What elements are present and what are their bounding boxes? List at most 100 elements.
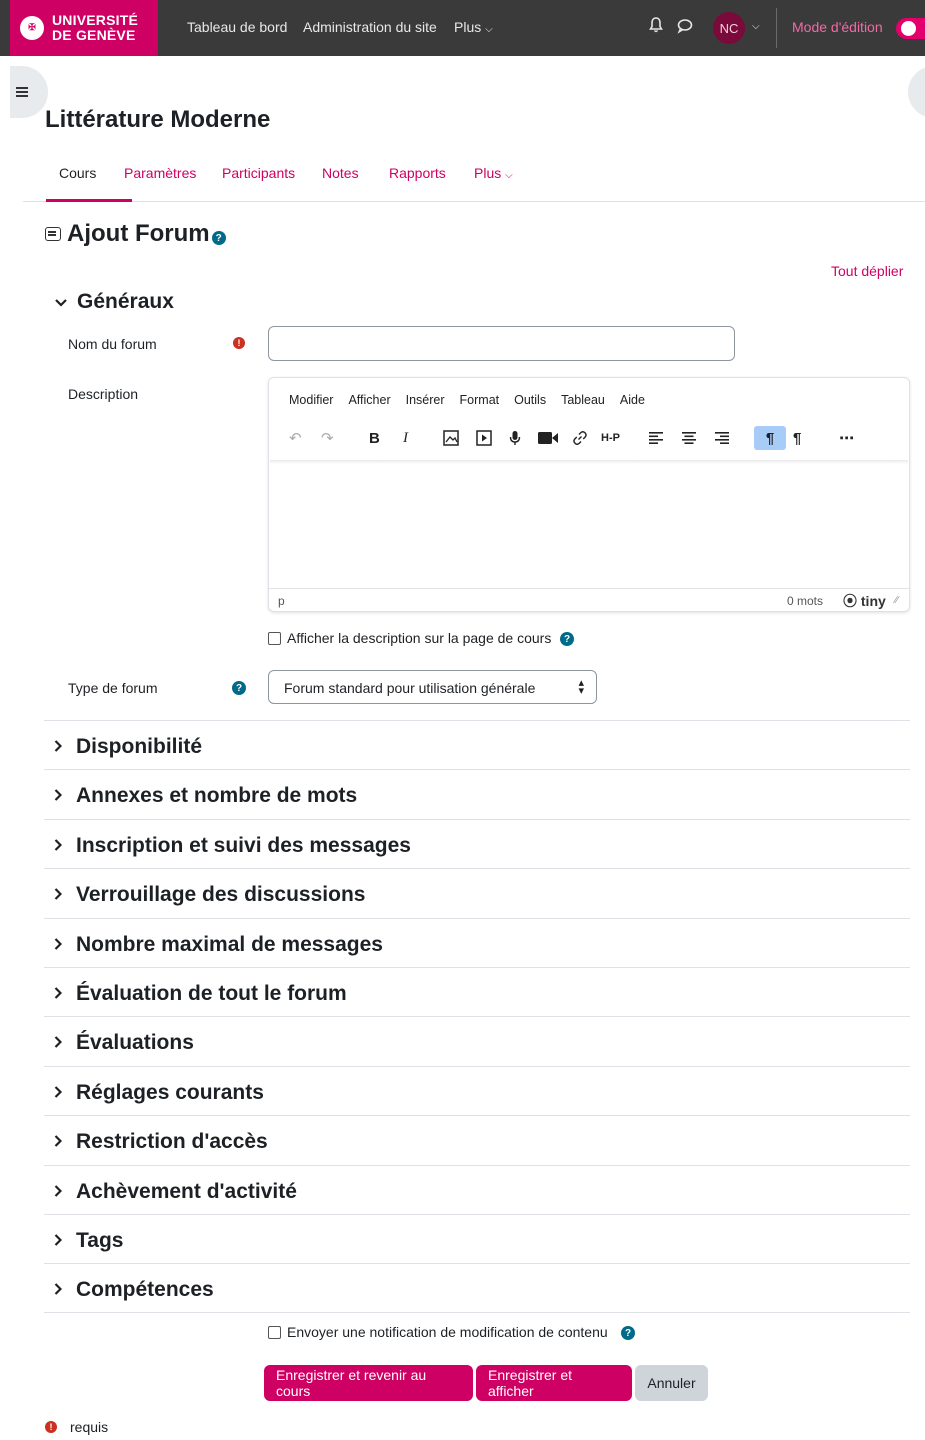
tab-grades[interactable]: Notes bbox=[322, 165, 359, 181]
tab-more[interactable]: Plus ⌵ bbox=[474, 165, 513, 181]
user-avatar[interactable]: NC bbox=[713, 12, 745, 44]
logo-line-1: UNIVERSITÉ bbox=[52, 12, 139, 28]
collapsed-section[interactable]: Compétences bbox=[44, 1263, 910, 1312]
required-icon: ! bbox=[45, 1421, 57, 1433]
save-return-button[interactable]: Enregistrer et revenir au cours bbox=[264, 1365, 473, 1401]
resize-handle-icon[interactable]: ∕∕ bbox=[895, 595, 898, 606]
nav-more-label: Plus bbox=[454, 19, 482, 35]
editor-word-count[interactable]: 0 mots bbox=[787, 594, 823, 608]
section-title: Compétences bbox=[76, 1278, 214, 1301]
editor-statusbar: p 0 mots ⦿ tiny ∕∕ bbox=[269, 588, 909, 612]
editor-menu-help[interactable]: Aide bbox=[620, 393, 645, 407]
block-drawer-button[interactable] bbox=[908, 66, 925, 118]
undo-icon[interactable]: ↶ bbox=[289, 426, 302, 450]
required-legend: ! requis bbox=[45, 1419, 108, 1435]
section-title: Évaluation de tout le forum bbox=[76, 982, 347, 1005]
chevron-right-icon bbox=[54, 1233, 76, 1249]
nav-more-menu[interactable]: Plus ⌵ bbox=[454, 19, 493, 35]
align-left-icon[interactable] bbox=[649, 426, 663, 450]
bold-icon[interactable]: B bbox=[369, 426, 380, 450]
chevron-right-icon bbox=[54, 1035, 76, 1051]
chevron-right-icon bbox=[54, 1282, 76, 1298]
chevron-right-icon bbox=[54, 1134, 76, 1150]
course-index-drawer-button[interactable] bbox=[10, 66, 48, 118]
collapsed-section[interactable]: Achèvement d'activité bbox=[44, 1165, 910, 1214]
description-label: Description bbox=[68, 386, 139, 402]
top-navbar: ✠ UNIVERSITÉ DE GENÈVE Tableau de bord A… bbox=[0, 0, 925, 56]
nav-dashboard-link[interactable]: Tableau de bord bbox=[187, 19, 287, 35]
editor-menu-insert[interactable]: Insérer bbox=[406, 393, 445, 407]
university-seal-icon: ✠ bbox=[20, 16, 44, 40]
collapsed-section[interactable]: Réglages courants bbox=[44, 1066, 910, 1115]
collapsed-section[interactable]: Annexes et nombre de mots bbox=[44, 769, 910, 818]
italic-icon[interactable]: I bbox=[403, 426, 408, 450]
bell-icon[interactable] bbox=[649, 17, 663, 36]
chevron-right-icon bbox=[54, 887, 76, 903]
section-title: Évaluations bbox=[76, 1031, 194, 1054]
logo-line-2: DE GENÈVE bbox=[52, 27, 136, 43]
expand-all-link[interactable]: Tout déplier bbox=[831, 263, 903, 279]
notify-checkbox[interactable] bbox=[268, 1326, 281, 1339]
section-title: Disponibilité bbox=[76, 735, 202, 758]
rtl-paragraph-icon[interactable]: ¶ bbox=[793, 426, 801, 450]
collapsed-section[interactable]: Disponibilité bbox=[44, 720, 910, 769]
h5p-icon[interactable]: H-P bbox=[601, 426, 620, 450]
editor-element-path[interactable]: p bbox=[278, 594, 285, 608]
cancel-button[interactable]: Annuler bbox=[635, 1365, 708, 1401]
editor-menu-view[interactable]: Afficher bbox=[348, 393, 390, 407]
chat-bubble-icon[interactable] bbox=[677, 18, 693, 37]
image-icon[interactable] bbox=[443, 426, 459, 450]
editor-menu-edit[interactable]: Modifier bbox=[289, 393, 333, 407]
align-center-icon[interactable] bbox=[682, 426, 696, 450]
more-options-icon[interactable]: ⋯ bbox=[839, 426, 854, 450]
align-right-icon[interactable] bbox=[715, 426, 729, 450]
link-icon[interactable] bbox=[572, 426, 588, 450]
help-icon[interactable]: ? bbox=[621, 1326, 635, 1340]
forum-type-select[interactable]: Forum standard pour utilisation générale… bbox=[268, 670, 597, 704]
tab-reports[interactable]: Rapports bbox=[389, 165, 446, 181]
page-heading: Ajout Forum ? bbox=[45, 220, 226, 248]
section-general-header[interactable]: Généraux bbox=[55, 290, 174, 314]
show-description-checkbox[interactable] bbox=[268, 632, 281, 645]
tab-course[interactable]: Cours bbox=[59, 165, 96, 181]
save-display-button[interactable]: Enregistrer et afficher bbox=[476, 1365, 632, 1401]
toggle-knob bbox=[901, 21, 916, 36]
section-title: Annexes et nombre de mots bbox=[76, 784, 358, 807]
editor-menu-table[interactable]: Tableau bbox=[561, 393, 605, 407]
editor-menu-tools[interactable]: Outils bbox=[514, 393, 546, 407]
tab-settings[interactable]: Paramètres bbox=[124, 165, 196, 181]
editor-toolbar: ↶ ↷ B I H-P ¶ ¶ ⋯ bbox=[287, 426, 907, 456]
help-icon[interactable]: ? bbox=[232, 681, 246, 695]
edit-mode-toggle[interactable] bbox=[896, 18, 925, 39]
collapsed-section[interactable]: Verrouillage des discussions bbox=[44, 868, 910, 917]
collapsed-section[interactable]: Évaluations bbox=[44, 1016, 910, 1065]
chevron-right-icon bbox=[54, 739, 76, 755]
tab-participants[interactable]: Participants bbox=[222, 165, 295, 181]
video-camera-icon[interactable] bbox=[537, 426, 559, 450]
redo-icon[interactable]: ↷ bbox=[321, 426, 334, 450]
help-icon[interactable]: ? bbox=[560, 632, 574, 646]
tiny-logo-icon: ⦿ bbox=[843, 593, 857, 609]
collapsed-section[interactable]: Restriction d'accès bbox=[44, 1115, 910, 1164]
university-logo[interactable]: ✠ UNIVERSITÉ DE GENÈVE bbox=[10, 0, 158, 56]
collapsed-section[interactable]: Inscription et suivi des messages bbox=[44, 819, 910, 868]
show-description-label: Afficher la description sur la page de c… bbox=[287, 630, 552, 646]
navbar-divider bbox=[776, 8, 777, 48]
nav-site-admin-link[interactable]: Administration du site bbox=[303, 19, 437, 35]
collapsed-section[interactable]: Nombre maximal de messages bbox=[44, 918, 910, 967]
required-icon: ! bbox=[233, 337, 245, 349]
required-note-text: requis bbox=[70, 1419, 109, 1435]
media-icon[interactable] bbox=[476, 426, 492, 450]
help-icon[interactable]: ? bbox=[211, 231, 226, 245]
chevron-right-icon bbox=[54, 1184, 76, 1200]
user-menu-chevron-icon[interactable]: ⌵ bbox=[752, 21, 760, 32]
section-title: Inscription et suivi des messages bbox=[76, 834, 411, 857]
course-secondary-nav: Cours Paramètres Participants Notes Rapp… bbox=[23, 156, 925, 202]
editor-menu-format[interactable]: Format bbox=[460, 393, 500, 407]
microphone-icon[interactable] bbox=[509, 426, 521, 450]
forum-name-input[interactable] bbox=[268, 326, 735, 361]
collapsed-section[interactable]: Évaluation de tout le forum bbox=[44, 967, 910, 1016]
ltr-paragraph-icon[interactable]: ¶ bbox=[754, 426, 786, 450]
collapsed-section[interactable]: Tags bbox=[44, 1214, 910, 1263]
tiny-logo[interactable]: ⦿ tiny bbox=[843, 591, 886, 611]
